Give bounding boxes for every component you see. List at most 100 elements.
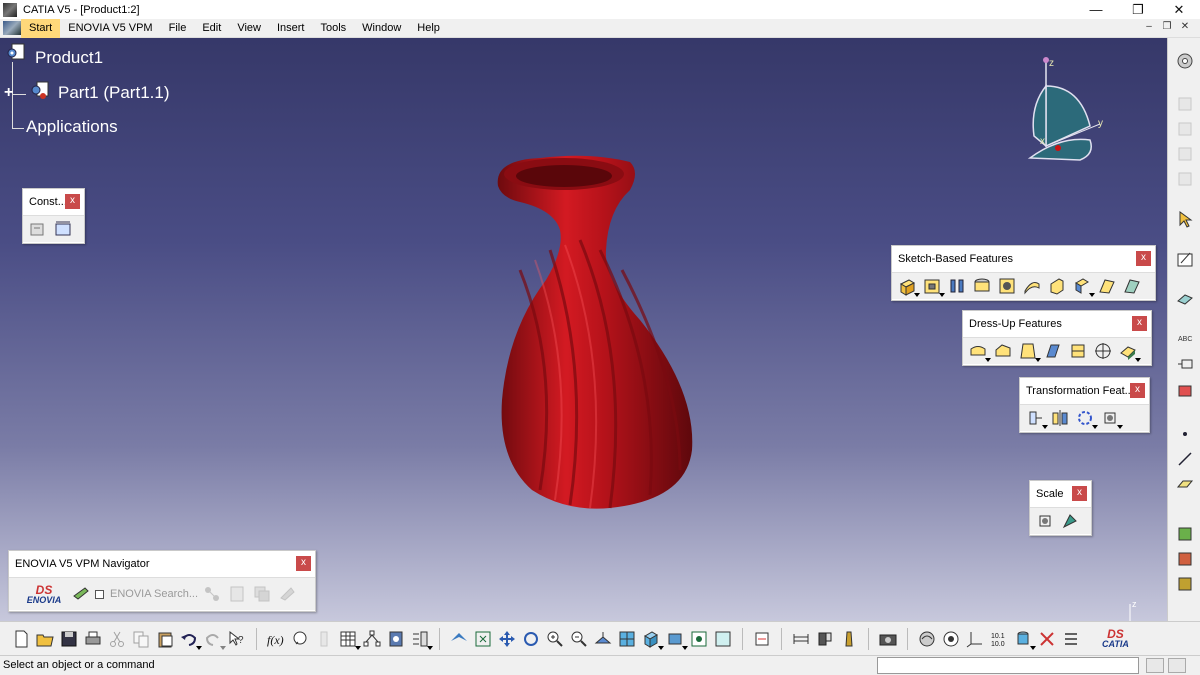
whats-this-icon[interactable]: ? <box>226 628 248 650</box>
pad-icon[interactable] <box>896 275 920 297</box>
command-input[interactable] <box>877 657 1139 674</box>
measure-icon[interactable] <box>1174 380 1196 402</box>
mirror-icon[interactable] <box>1049 407 1071 429</box>
constraint-toolbar[interactable]: Const... x <box>22 188 85 244</box>
normal-view-icon[interactable] <box>592 628 614 650</box>
formula-icon[interactable]: f(x) <box>265 628 287 650</box>
cylinder-icon[interactable] <box>1012 628 1036 650</box>
catalog-icon[interactable] <box>385 628 407 650</box>
menu-edit[interactable]: Edit <box>194 19 229 38</box>
list-options-icon[interactable] <box>1060 628 1082 650</box>
redo-icon[interactable] <box>202 628 226 650</box>
expand-icon[interactable]: + <box>4 84 13 102</box>
hole-icon[interactable] <box>996 275 1018 297</box>
rib-icon[interactable] <box>1021 275 1043 297</box>
constraint-dialog-icon[interactable] <box>27 218 49 240</box>
enovia-search-checkbox[interactable] <box>95 589 104 599</box>
enovia-copy-icon[interactable] <box>251 583 273 605</box>
text-abc-icon[interactable]: ABC <box>1174 328 1196 350</box>
knowledge-advisor-icon[interactable] <box>289 628 311 650</box>
scale-icon[interactable] <box>1034 510 1056 532</box>
swap-visible-space-icon[interactable] <box>712 628 734 650</box>
translation-icon[interactable] <box>1024 407 1048 429</box>
graph-icon[interactable] <box>361 628 383 650</box>
dress-up-features-toolbar[interactable]: Dress-Up Features x <box>962 310 1152 366</box>
close-icon[interactable]: x <box>1130 383 1145 398</box>
minimize-button[interactable]: — <box>1077 0 1115 19</box>
gear-icon[interactable] <box>1174 50 1196 72</box>
boolean-remove-icon[interactable] <box>1174 548 1196 570</box>
fit-all-icon[interactable] <box>472 628 494 650</box>
close-icon[interactable]: x <box>1136 251 1151 266</box>
multi-view-icon[interactable] <box>616 628 638 650</box>
thickness-icon[interactable] <box>1067 340 1089 362</box>
shell-icon[interactable] <box>1042 340 1064 362</box>
close-icon[interactable]: x <box>1132 316 1147 331</box>
parameters-icon[interactable] <box>409 628 433 650</box>
affinity-icon[interactable] <box>1059 510 1081 532</box>
tree-node-product[interactable]: Product1 <box>35 48 103 68</box>
doc-close-button[interactable]: ✕ <box>1178 21 1192 32</box>
close-icon[interactable]: x <box>1072 486 1087 501</box>
shading-icon[interactable] <box>664 628 688 650</box>
update-icon[interactable] <box>751 628 773 650</box>
zoom-out-icon[interactable] <box>568 628 590 650</box>
zoom-in-icon[interactable] <box>544 628 566 650</box>
close-icon[interactable]: x <box>65 194 80 209</box>
menu-start[interactable]: Start <box>21 18 61 38</box>
draft-icon[interactable] <box>1017 340 1041 362</box>
measure-between-icon[interactable] <box>790 628 812 650</box>
scale-readout-icon[interactable]: 10.1 10.0 <box>988 628 1010 650</box>
menu-enovia[interactable]: ENOVIA V5 VPM <box>60 19 160 38</box>
menu-window[interactable]: Window <box>354 19 409 38</box>
enovia-list-icon[interactable] <box>226 583 248 605</box>
scale-toolbar[interactable]: Scale x <box>1029 480 1092 536</box>
point-icon[interactable] <box>1174 423 1196 445</box>
enovia-refresh-icon[interactable] <box>276 583 298 605</box>
removed-multi-sections-icon[interactable] <box>1121 275 1143 297</box>
assembly-new-part-icon[interactable] <box>1174 143 1196 165</box>
boolean-add-icon[interactable] <box>1174 523 1196 545</box>
enovia-tree-icon[interactable] <box>201 583 223 605</box>
axis-system-icon[interactable] <box>964 628 986 650</box>
copy-icon[interactable] <box>130 628 152 650</box>
status-button-2[interactable] <box>1168 658 1186 673</box>
close-icon[interactable]: x <box>296 556 311 571</box>
assembly-new-product-icon[interactable] <box>1174 118 1196 140</box>
status-button-1[interactable] <box>1146 658 1164 673</box>
enovia-connect-icon[interactable] <box>70 583 92 605</box>
print-icon[interactable] <box>82 628 104 650</box>
pan-icon[interactable] <box>496 628 518 650</box>
boolean-intersect-icon[interactable] <box>1174 573 1196 595</box>
thread-icon[interactable] <box>1092 340 1114 362</box>
enovia-navigator-toolbar[interactable]: ENOVIA V5 VPM Navigator x DS ENOVIA ENOVI… <box>8 550 316 612</box>
3d-viewport[interactable]: Product1 + Part1 (Part1.1) Applications … <box>0 38 1167 621</box>
doc-restore-button[interactable]: ❐ <box>1160 21 1174 32</box>
compass-icon[interactable]: z y x <box>1020 56 1120 171</box>
tree-node-applications[interactable]: Applications <box>26 117 118 137</box>
product-icon[interactable] <box>6 42 26 62</box>
open-folder-icon[interactable] <box>34 628 56 650</box>
pattern-icon[interactable] <box>1074 407 1098 429</box>
multi-sections-solid-icon[interactable] <box>1096 275 1118 297</box>
tools-palette-icon[interactable] <box>1036 628 1058 650</box>
menu-tools[interactable]: Tools <box>312 19 354 38</box>
constraint-icon[interactable] <box>52 218 74 240</box>
sketch-based-features-toolbar[interactable]: Sketch-Based Features x <box>891 245 1156 301</box>
sketch-icon[interactable] <box>1174 248 1196 270</box>
annotation-icon[interactable] <box>1174 353 1196 375</box>
new-file-icon[interactable] <box>10 628 32 650</box>
paste-icon[interactable] <box>154 628 176 650</box>
transformation-features-toolbar[interactable]: Transformation Feat... x <box>1019 377 1150 433</box>
assembly-existing-component-icon[interactable] <box>1174 168 1196 190</box>
part-icon[interactable] <box>30 80 50 100</box>
groove-icon[interactable] <box>971 275 993 297</box>
hide-show-icon[interactable] <box>688 628 710 650</box>
plane-small-icon[interactable] <box>1174 473 1196 495</box>
select-arrow-icon[interactable] <box>1174 208 1196 230</box>
shaft-icon[interactable] <box>946 275 968 297</box>
capture-camera-icon[interactable] <box>877 628 899 650</box>
undo-icon[interactable] <box>178 628 202 650</box>
menu-help[interactable]: Help <box>409 19 448 38</box>
fly-mode-icon[interactable] <box>448 628 470 650</box>
